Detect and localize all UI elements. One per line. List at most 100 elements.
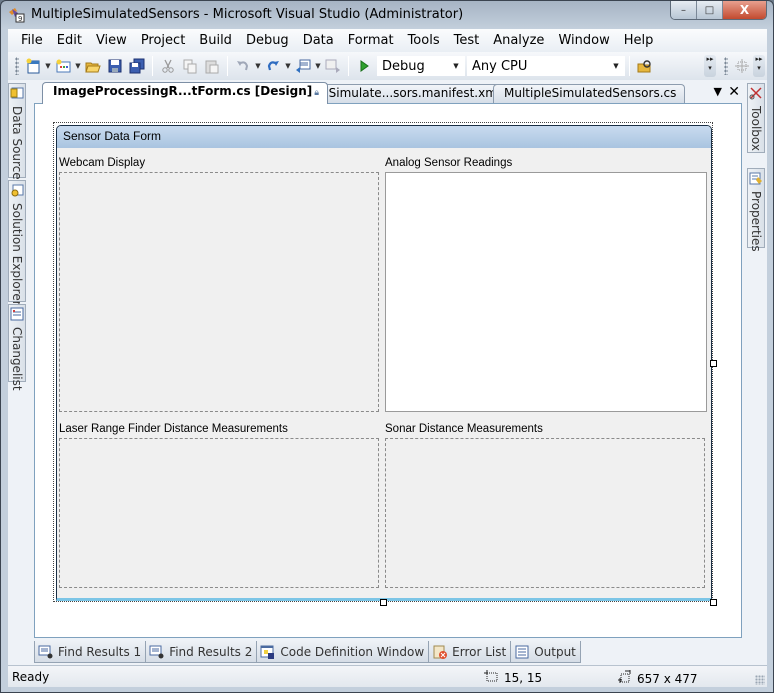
solution-configuration-combo[interactable]: Debug ▼: [377, 56, 465, 76]
chevron-down-icon[interactable]: ▼: [610, 59, 622, 73]
tab-label: Find Results 2: [169, 644, 253, 659]
minimize-icon: –: [681, 4, 686, 16]
new-project-icon[interactable]: [22, 55, 44, 77]
window-controls: – □ X: [670, 1, 767, 20]
output-tab[interactable]: Output: [510, 641, 581, 663]
analog-sensor-readings-label[interactable]: Analog Sensor Readings: [385, 157, 512, 169]
menu-window[interactable]: Window: [551, 33, 616, 48]
maximize-icon: □: [704, 4, 715, 16]
add-item-dropdown-icon[interactable]: ▼: [74, 62, 82, 70]
tab-label: ImageProcessingR...tForm.cs [Design]: [53, 84, 313, 98]
close-document-icon[interactable]: ✕: [728, 84, 740, 100]
menu-debug[interactable]: Debug: [239, 33, 296, 48]
solution-explorer-tab[interactable]: Solution Explorer: [8, 180, 26, 306]
status-size: 657 x 477: [617, 670, 698, 687]
close-icon: X: [739, 3, 750, 17]
visual-studio-app-icon: 9: [8, 7, 25, 23]
changelist-tab[interactable]: Changelist: [8, 304, 26, 391]
minimize-button[interactable]: –: [671, 1, 697, 19]
properties-label: Properties: [749, 191, 763, 252]
menu-edit[interactable]: Edit: [50, 33, 89, 48]
position-icon: [484, 670, 498, 685]
toolbar-separator: [629, 56, 630, 76]
undo-dropdown-icon[interactable]: ▼: [254, 62, 262, 70]
maximize-button[interactable]: □: [697, 1, 723, 19]
tab-label: Find Results 1: [58, 644, 142, 659]
webcam-display-label[interactable]: Webcam Display: [59, 157, 145, 169]
toolbar-overflow-button[interactable]: ▸▸ ▾: [753, 55, 765, 77]
resize-handle-bottom[interactable]: [380, 599, 387, 606]
svg-text:9: 9: [18, 15, 22, 23]
save-all-icon[interactable]: [126, 55, 148, 77]
size-icon: [617, 670, 631, 687]
sonar-distance-label[interactable]: Sonar Distance Measurements: [385, 423, 543, 435]
copy-icon[interactable]: [179, 55, 201, 77]
start-debugging-icon[interactable]: [353, 55, 375, 77]
toolbar-separator: [227, 56, 228, 76]
properties-tab[interactable]: Properties: [747, 168, 765, 252]
position-value: 15, 15: [504, 670, 543, 685]
new-project-dropdown-icon[interactable]: ▼: [44, 62, 52, 70]
error-list-tab[interactable]: Error List: [428, 641, 512, 663]
paste-icon[interactable]: [201, 55, 223, 77]
toolbar-grip[interactable]: [15, 57, 19, 75]
find-results-2-tab[interactable]: Find Results 2: [145, 641, 258, 663]
resize-grip[interactable]: [755, 675, 765, 685]
sonar-distance-panel[interactable]: [385, 438, 705, 588]
menu-tools[interactable]: Tools: [401, 33, 447, 48]
menu-analyze[interactable]: Analyze: [486, 33, 551, 48]
find-results-icon: [38, 644, 54, 660]
find-in-files-icon[interactable]: [634, 55, 656, 77]
error-list-icon: [432, 644, 448, 660]
toolbox-tab[interactable]: Toolbox: [747, 83, 765, 153]
tab-image-processing-form-design[interactable]: ImageProcessingR...tForm.cs [Design] 🔒︎: [42, 82, 329, 104]
menu-view[interactable]: View: [89, 33, 134, 48]
menu-data[interactable]: Data: [296, 33, 341, 48]
navigate-backward-dropdown-icon[interactable]: ▼: [314, 62, 322, 70]
chevron-down-icon[interactable]: ▼: [450, 59, 462, 73]
toolbox-label: Toolbox: [749, 106, 763, 151]
undo-icon[interactable]: [232, 55, 254, 77]
menu-build[interactable]: Build: [192, 33, 239, 48]
redo-icon[interactable]: [262, 55, 284, 77]
left-tool-strip: Data Sources Solution Explorer Changelis…: [8, 80, 28, 391]
document-well: ImageProcessingR...tForm.cs [Design] 🔒︎ M…: [30, 80, 746, 666]
resize-handle-right[interactable]: [710, 360, 717, 367]
layout-toolbar-icon[interactable]: [731, 55, 753, 77]
save-icon[interactable]: [104, 55, 126, 77]
menu-file[interactable]: File: [14, 33, 50, 48]
analog-sensor-readings-panel[interactable]: [385, 172, 707, 412]
right-tool-strip: Toolbox Properties: [747, 80, 767, 280]
active-files-menu-icon[interactable]: ▼: [714, 85, 722, 98]
navigate-forward-icon[interactable]: [322, 55, 344, 77]
code-definition-window-tab[interactable]: Code Definition Window: [256, 641, 430, 663]
form-designer-surface: Sensor Data Form Webcam Display Analog S…: [34, 103, 742, 638]
solution-platform-combo[interactable]: Any CPU ▼: [467, 56, 625, 76]
status-text: Ready: [12, 670, 50, 684]
open-file-icon[interactable]: [82, 55, 104, 77]
menu-format[interactable]: Format: [341, 33, 401, 48]
laser-range-finder-label[interactable]: Laser Range Finder Distance Measurements: [59, 423, 288, 435]
navigate-backward-icon[interactable]: [292, 55, 314, 77]
solution-explorer-label: Solution Explorer: [10, 203, 24, 306]
toolbar-overflow-button[interactable]: ▸▸ ▾: [704, 55, 716, 77]
redo-dropdown-icon[interactable]: ▼: [284, 62, 292, 70]
menu-test[interactable]: Test: [447, 33, 487, 48]
laser-range-finder-panel[interactable]: [59, 438, 379, 588]
menu-project[interactable]: Project: [134, 33, 192, 48]
cut-icon[interactable]: [157, 55, 179, 77]
tab-multiple-simulated-sensors-cs[interactable]: MultipleSimulatedSensors.cs: [493, 84, 686, 103]
document-tab-strip: ImageProcessingR...tForm.cs [Design] 🔒︎ M…: [30, 82, 746, 104]
resize-handle-bottom-right[interactable]: [710, 599, 717, 606]
sensor-data-form[interactable]: Sensor Data Form Webcam Display Analog S…: [56, 125, 712, 601]
close-button[interactable]: X: [723, 1, 766, 19]
window-title: MultipleSimulatedSensors - Microsoft Vis…: [31, 7, 464, 22]
data-sources-tab[interactable]: Data Sources: [8, 83, 26, 186]
toolbar-separator: [152, 56, 153, 76]
add-item-icon[interactable]: [52, 55, 74, 77]
title-bar: 9 MultipleSimulatedSensors - Microsoft V…: [1, 1, 773, 29]
menu-help[interactable]: Help: [617, 33, 661, 48]
webcam-display-panel[interactable]: [59, 172, 379, 412]
find-results-1-tab[interactable]: Find Results 1: [34, 641, 147, 663]
toolbar-grip[interactable]: [724, 57, 728, 75]
